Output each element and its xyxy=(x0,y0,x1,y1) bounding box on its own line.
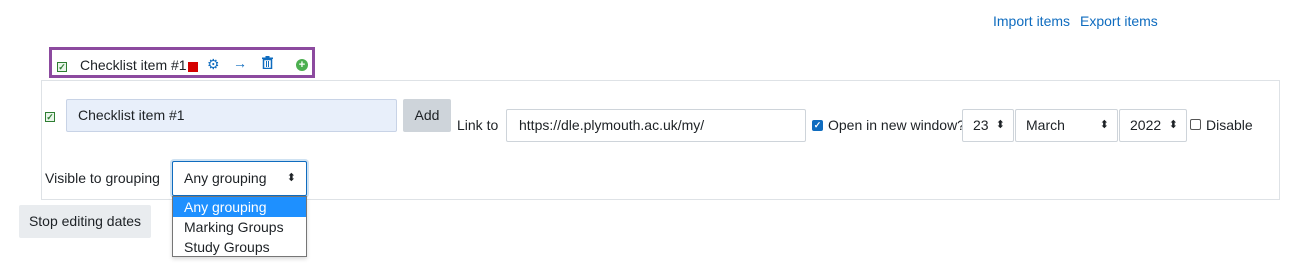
trash-icon[interactable] xyxy=(262,56,273,71)
open-new-window-label: Open in new window? xyxy=(828,117,965,133)
grouping-option[interactable]: Study Groups xyxy=(173,237,306,257)
month-select[interactable]: March ⬍ xyxy=(1015,109,1118,142)
select-caret-icon: ⬍ xyxy=(286,172,296,184)
select-caret-icon: ⬍ xyxy=(1099,119,1109,131)
day-select[interactable]: 23 ⬍ xyxy=(962,109,1014,142)
check-square-icon[interactable]: ✓ xyxy=(45,112,55,122)
export-items-link[interactable]: Export items xyxy=(1080,13,1158,29)
disable-checkbox[interactable] xyxy=(1190,119,1201,130)
select-caret-icon: ⬍ xyxy=(995,119,1005,131)
link-url-input[interactable]: https://dle.plymouth.ac.uk/my/ xyxy=(506,109,806,142)
grouping-select[interactable]: Any grouping ⬍ xyxy=(172,161,307,196)
stop-editing-dates-button[interactable]: Stop editing dates xyxy=(19,205,151,238)
trash-icon-glyph xyxy=(262,56,273,70)
grouping-dropdown-list: Any grouping Marking Groups Study Groups xyxy=(172,196,307,257)
visible-to-grouping-label: Visible to grouping xyxy=(45,170,160,186)
open-new-window-checkbox[interactable]: ✓ xyxy=(812,120,823,131)
gear-icon[interactable]: ⚙ xyxy=(207,57,220,71)
add-circle-icon[interactable]: + xyxy=(296,59,308,71)
arrow-right-icon[interactable]: → xyxy=(233,56,247,70)
grouping-selected-value: Any grouping xyxy=(184,170,267,186)
grouping-option[interactable]: Any grouping xyxy=(173,197,306,217)
month-value: March xyxy=(1026,117,1065,133)
grouping-option[interactable]: Marking Groups xyxy=(173,217,306,237)
link-to-label: Link to xyxy=(457,117,499,133)
colour-marker-icon[interactable] xyxy=(188,62,198,72)
year-select[interactable]: 2022 ⬍ xyxy=(1119,109,1187,142)
disable-label: Disable xyxy=(1206,117,1253,133)
checklist-item-label: Checklist item #1 xyxy=(80,57,187,73)
check-square-icon[interactable]: ✓ xyxy=(57,62,67,72)
select-caret-icon: ⬍ xyxy=(1168,119,1178,131)
year-value: 2022 xyxy=(1130,117,1162,133)
item-text-input[interactable]: Checklist item #1 xyxy=(66,99,397,132)
day-value: 23 xyxy=(973,117,989,133)
add-button[interactable]: Add xyxy=(403,99,451,132)
import-items-link[interactable]: Import items xyxy=(993,13,1070,29)
